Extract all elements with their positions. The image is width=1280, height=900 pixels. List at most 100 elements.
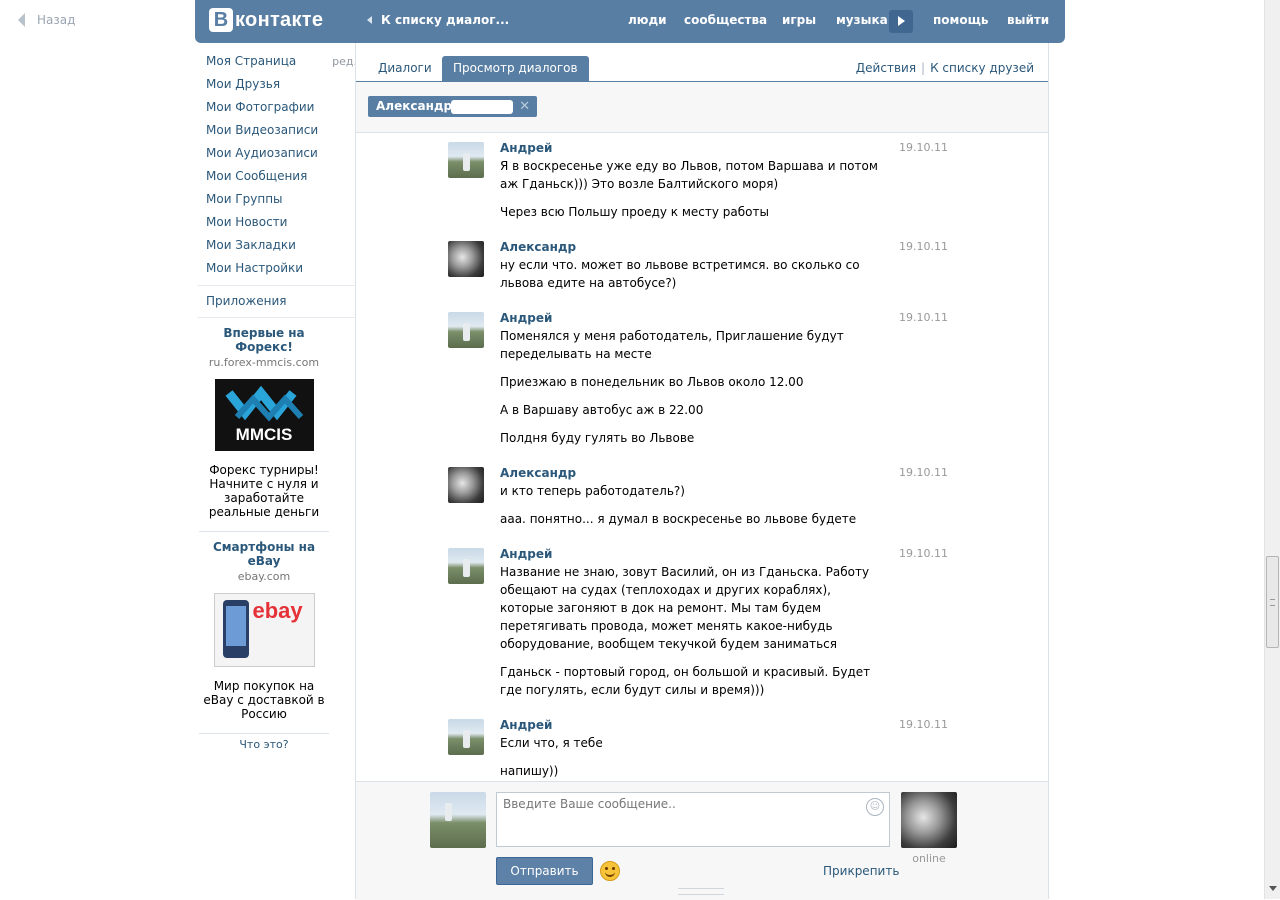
tab-bar: Диалоги Просмотр диалогов Действия | К спи… <box>356 43 1048 82</box>
sidebar-item-my-page[interactable]: Моя Страница ред. <box>206 52 357 75</box>
left-sidebar: Моя Страница ред. Мои Друзья Мои Фотогра… <box>198 52 357 751</box>
message: Александр 19.10.11 ну если что. может во… <box>356 236 1048 300</box>
message-list: Андрей 19.10.11 Я в воскресенье уже еду … <box>356 137 1048 780</box>
vk-logo-text: контакте <box>235 8 324 31</box>
message-author[interactable]: Андрей <box>500 307 1048 327</box>
ad-divider <box>199 733 329 734</box>
sidebar-item-label: Моя Страница <box>206 54 297 68</box>
vk-logo[interactable]: В контакте <box>209 8 323 32</box>
avatar[interactable] <box>448 467 484 503</box>
online-status: online <box>912 852 946 865</box>
message-text: А в Варшаву автобус аж в 22.00 <box>500 403 704 417</box>
avatar[interactable] <box>448 142 484 178</box>
emoji-picker-icon[interactable]: ☺ <box>866 798 884 816</box>
sidebar-item-audio[interactable]: Мои Аудиозаписи <box>206 144 349 167</box>
ad-image-ebay[interactable]: ebay <box>213 593 315 667</box>
avatar[interactable] <box>448 548 484 584</box>
nav-help[interactable]: помощь <box>933 13 988 27</box>
message-text: ааа. понятно... я думал в воскресенье во… <box>500 512 857 526</box>
avatar[interactable] <box>448 312 484 348</box>
peer-bar: Александр С ✕ <box>356 82 1048 133</box>
redaction-mask <box>451 99 514 114</box>
ad-title[interactable]: Впервые на Форекс! <box>199 326 329 354</box>
back-to-dialogs-label: К списку диалог... <box>381 13 510 27</box>
nav-games[interactable]: игры <box>782 13 816 27</box>
my-avatar[interactable] <box>430 792 486 848</box>
sidebar-item-settings[interactable]: Мои Настройки <box>206 259 349 282</box>
nav-music[interactable]: музыка <box>836 13 888 27</box>
sidebar-item-friends[interactable]: Мои Друзья <box>206 75 349 98</box>
play-icon <box>898 16 905 26</box>
ad-image-mmcis[interactable]: MMCIS <box>214 379 314 451</box>
what-is-it-link[interactable]: Что это? <box>199 738 329 751</box>
page-scrollbar[interactable] <box>1264 0 1280 899</box>
sidebar-item-photos[interactable]: Мои Фотографии <box>206 98 349 121</box>
sidebar-divider <box>198 285 357 286</box>
message-text: Через всю Польшу проеду к месту работы <box>500 205 769 219</box>
ad-image-label: MMCIS <box>235 425 293 444</box>
message: Андрей 19.10.11 Поменялся у меня работод… <box>356 307 1048 455</box>
avatar[interactable] <box>448 719 484 755</box>
avatar[interactable] <box>448 241 484 277</box>
back-arrow-icon <box>18 13 25 27</box>
message-author[interactable]: Александр <box>500 236 1048 256</box>
message-date[interactable]: 19.10.11 <box>899 718 948 731</box>
message-date[interactable]: 19.10.11 <box>899 466 948 479</box>
attach-link[interactable]: Прикрепить <box>823 864 899 878</box>
sidebar-item-bookmarks[interactable]: Мои Закладки <box>206 236 349 259</box>
dialog-view: Диалоги Просмотр диалогов Действия | К спи… <box>355 43 1049 900</box>
message: Андрей 19.10.11 Название не знаю, зовут … <box>356 543 1048 707</box>
message-author[interactable]: Александр <box>500 462 1048 482</box>
nav-people[interactable]: люди <box>628 13 667 27</box>
peer-avatar[interactable] <box>901 792 957 848</box>
message-text: Поменялся у меня работодатель, Приглашен… <box>500 329 844 361</box>
message-text: Приезжаю в понедельник во Львов около 12… <box>500 375 804 389</box>
music-play-button[interactable] <box>889 10 913 33</box>
peer-tag[interactable]: Александр С ✕ <box>368 96 538 117</box>
tab-view-dialogs[interactable]: Просмотр диалогов <box>442 56 589 81</box>
sidebar-item-groups[interactable]: Мои Группы <box>206 190 349 213</box>
send-button[interactable]: Отправить <box>496 857 593 885</box>
sidebar-item-videos[interactable]: Мои Видеозаписи <box>206 121 349 144</box>
tab-dialogs[interactable]: Диалоги <box>378 56 432 81</box>
message-author[interactable]: Андрей <box>500 543 1048 563</box>
sidebar-item-news[interactable]: Мои Новости <box>206 213 349 236</box>
message-date[interactable]: 19.10.11 <box>899 311 948 324</box>
message-date[interactable]: 19.10.11 <box>899 240 948 253</box>
nav-logout[interactable]: выйти <box>1007 13 1049 27</box>
close-icon[interactable]: ✕ <box>519 96 530 117</box>
friends-list-link[interactable]: К списку друзей <box>930 61 1034 75</box>
scrollbar-thumb[interactable] <box>1266 556 1279 648</box>
vk-logo-icon: В <box>209 8 233 32</box>
message-text: Я в воскресенье уже еду во Львов, потом … <box>500 159 878 191</box>
back-link[interactable]: Назад <box>18 13 75 27</box>
smiley-icon[interactable] <box>600 861 620 881</box>
ad-domain: ru.forex-mmcis.com <box>208 356 320 369</box>
message-author[interactable]: Андрей <box>500 137 1048 157</box>
resize-handle[interactable] <box>678 888 724 895</box>
ad-title[interactable]: Смартфоны на eBay <box>199 540 329 568</box>
back-to-dialogs-link[interactable]: К списку диалог... <box>367 13 509 27</box>
message-date[interactable]: 19.10.11 <box>899 547 948 560</box>
ad-divider <box>199 531 329 532</box>
scroll-down-icon[interactable] <box>1269 886 1277 891</box>
message-text: Гданьск - портовый город, он большой и к… <box>500 665 871 697</box>
actions-link[interactable]: Действия <box>856 61 916 75</box>
message-input[interactable]: Введите Ваше сообщение.. <box>496 792 890 847</box>
tab-actions: Действия | К списку друзей <box>856 56 1034 81</box>
message-date[interactable]: 19.10.11 <box>899 141 948 154</box>
edit-link[interactable]: ред. <box>332 52 357 71</box>
triangle-left-icon <box>367 16 372 24</box>
message: Андрей 19.10.11 Если что, я тебе напишу)… <box>356 714 1048 780</box>
sidebar-item-messages[interactable]: Мои Сообщения <box>206 167 349 190</box>
ad-block-forex: Впервые на Форекс! ru.forex-mmcis.com MM… <box>199 326 329 519</box>
sidebar-item-apps[interactable]: Приложения <box>206 292 349 315</box>
back-label: Назад <box>37 13 76 27</box>
message: Андрей 19.10.11 Я в воскресенье уже еду … <box>356 137 1048 229</box>
nav-communities[interactable]: сообщества <box>684 13 767 27</box>
message-author[interactable]: Андрей <box>500 714 1048 734</box>
message-text: Если что, я тебе <box>500 736 603 750</box>
message-text: Название не знаю, зовут Василий, он из Г… <box>500 565 870 651</box>
ad-text: Форекс турниры! Начните с нуля и заработ… <box>208 463 320 519</box>
top-header: В контакте К списку диалог... люди сообщ… <box>195 0 1065 43</box>
